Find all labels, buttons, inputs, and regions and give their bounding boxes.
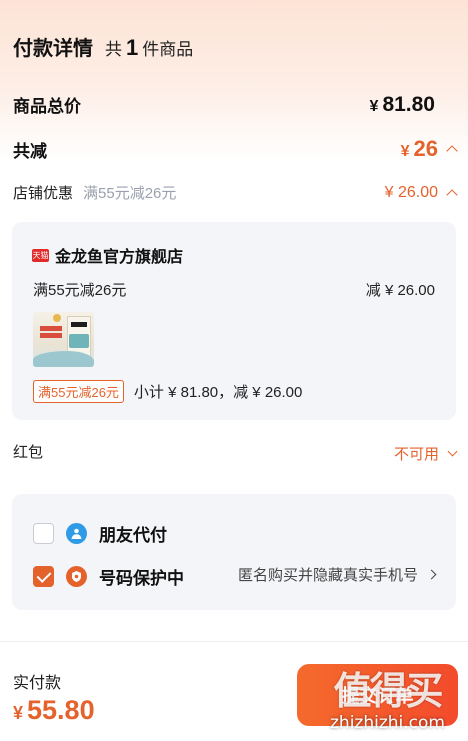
product-art-tag — [40, 333, 62, 338]
footer-divider — [0, 641, 468, 642]
goods-total-amount: 81.80 — [382, 92, 435, 116]
page-title: 付款详情 — [13, 38, 93, 60]
watermark-logo: 值得买 — [333, 669, 443, 713]
page-title-row: 付款详情 共 1 件商品 — [13, 32, 193, 61]
promo-tag: 满55元减26元 — [33, 380, 124, 403]
subtotal-text: 小计 ¥ 81.80，减 ¥ 26.00 — [133, 384, 303, 401]
item-count: 1 — [126, 35, 139, 60]
actual-payment-label: 实付款 — [13, 675, 62, 692]
shop-discount-row[interactable]: 店铺优惠 满55元减26元 ¥ 26.00 — [13, 182, 458, 203]
promo-line: 满55元减26元 减 ¥ 26.00 — [33, 279, 435, 300]
product-art-bag-title — [71, 322, 87, 327]
red-packet-selector[interactable]: 不可用 — [393, 443, 458, 464]
total-discount-value: ¥26 — [401, 136, 438, 162]
product-art-wave — [33, 351, 94, 367]
number-privacy-option[interactable]: 号码保护中 — [33, 564, 184, 589]
shop-discount-description: 满55元减26元 — [83, 185, 177, 202]
product-art-bag-label — [69, 334, 89, 348]
friend-pay-option[interactable]: 朋友代付 — [33, 521, 167, 546]
shop-name: 金龙鱼官方旗舰店 — [55, 249, 184, 266]
subtotal-line: 满55元减26元 小计 ¥ 81.80，减 ¥ 26.00 — [33, 380, 302, 403]
total-discount-row[interactable]: 共减 ¥26 — [13, 136, 458, 162]
number-privacy-label: 号码保护中 — [99, 569, 184, 588]
currency-symbol: ¥ — [400, 143, 410, 160]
actual-payment-value: 55.80 — [27, 695, 95, 725]
friend-pay-label: 朋友代付 — [99, 526, 167, 545]
goods-total-label: 商品总价 — [13, 97, 81, 116]
shop-header: 天猫 金龙鱼官方旗舰店 — [32, 243, 183, 267]
product-thumbnail[interactable] — [33, 312, 94, 367]
total-discount-label: 共减 — [13, 141, 47, 161]
friend-pay-checkbox[interactable] — [33, 523, 54, 544]
payment-options-card: 朋友代付 号码保护中 匿名购买并隐藏真实手机号 — [12, 494, 456, 610]
friend-pay-icon — [66, 523, 87, 544]
privacy-hint-link[interactable]: 匿名购买并隐藏真实手机号 — [237, 564, 437, 585]
chevron-up-icon[interactable] — [446, 145, 458, 157]
shield-icon — [66, 566, 87, 587]
promo-text: 满55元减26元 — [33, 282, 127, 299]
item-count-prefix: 共 — [105, 40, 122, 59]
privacy-hint-text: 匿名购买并隐藏真实手机号 — [237, 567, 418, 584]
tmall-badge-icon: 天猫 — [32, 248, 49, 262]
number-privacy-checkbox[interactable] — [33, 566, 54, 587]
chevron-down-icon — [447, 446, 458, 457]
watermark-url: zhizhizhi.com — [330, 713, 445, 733]
promo-reduce: 减 ¥ 26.00 — [365, 282, 435, 299]
actual-payment-amount: ¥ 55.80 — [13, 695, 95, 726]
item-count-suffix: 件商品 — [142, 40, 194, 59]
shop-discount-label: 店铺优惠 — [13, 185, 74, 202]
currency-symbol: ¥ — [13, 703, 24, 723]
chevron-right-icon — [426, 569, 437, 580]
site-watermark: 值得买 zhizhizhi.com — [315, 660, 460, 738]
shop-discount-value: ¥ 26.00 — [384, 183, 438, 201]
total-discount-amount: 26 — [413, 136, 438, 161]
product-art-tag — [40, 326, 62, 331]
currency-symbol: ¥ — [369, 97, 379, 115]
chevron-up-icon[interactable] — [446, 188, 458, 201]
product-art-sun — [53, 314, 61, 322]
shop-discount-card: 天猫 金龙鱼官方旗舰店 满55元减26元 减 ¥ 26.00 满55元减26元 … — [12, 222, 456, 420]
red-packet-status: 不可用 — [393, 446, 439, 463]
red-packet-label: 红包 — [13, 444, 44, 461]
goods-total-row: 商品总价 ¥81.80 — [13, 92, 435, 117]
goods-total-value: ¥81.80 — [370, 93, 435, 117]
